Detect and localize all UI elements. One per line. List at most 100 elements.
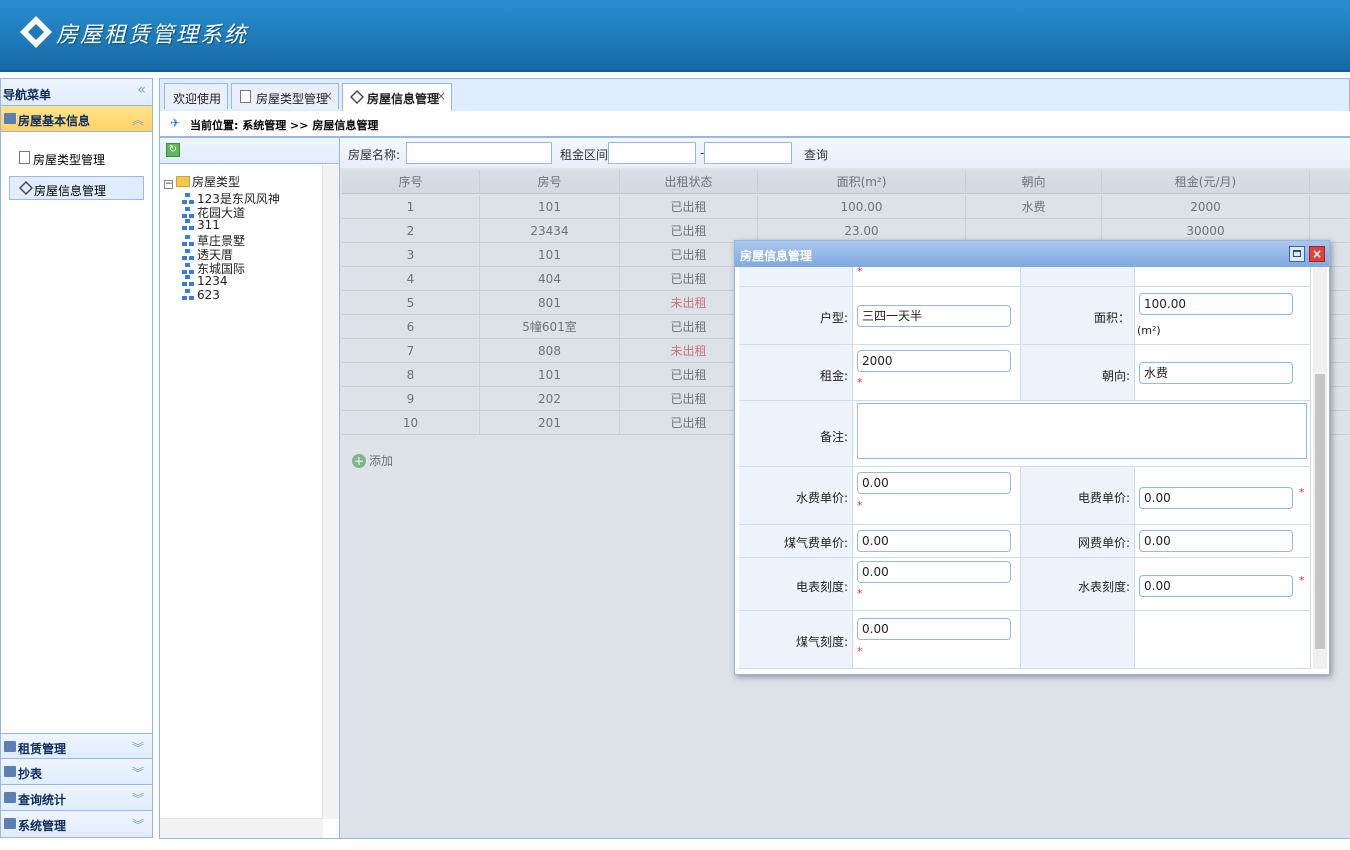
form-cell <box>1021 267 1135 287</box>
rent-input[interactable]: 2000 <box>857 350 1011 372</box>
house-type-input[interactable]: 三四一天半 <box>857 305 1011 327</box>
scrollbar-thumb[interactable] <box>1315 374 1325 649</box>
tree-root-label: 房屋类型 <box>192 175 241 189</box>
house-info-dialog: 房屋信息管理 × * 户型: 三四一天半 面积： 100.00 (m²) 租金: <box>734 240 1330 675</box>
electric-price-label: 电费单价: <box>1077 491 1130 505</box>
dialog-title: 房屋信息管理 <box>740 249 813 263</box>
tree-item-label: 311 <box>197 218 220 232</box>
house-icon <box>19 181 33 195</box>
form-cell: 水费 <box>1135 345 1311 401</box>
chevron-down-icon: ︾ <box>131 741 144 755</box>
sidebar-item-label: 房屋信息管理 <box>34 184 107 198</box>
node-icon <box>182 275 194 287</box>
search-bar: 房屋名称: 租金区间: - 查询 <box>340 138 1350 168</box>
gas-meter-label: 煤气刻度: <box>795 635 848 649</box>
remark-label: 备注: <box>819 430 848 444</box>
rent-label: 租金: <box>819 369 848 383</box>
nav-section-house-basic[interactable]: 房屋基本信息 ︽ <box>1 106 152 132</box>
house-type-tree-panel: ↻ − 房屋类型 123是东风风神 花园大道 311 草庄景墅 透天厝 东城国际 … <box>159 137 340 839</box>
form-cell <box>1135 611 1311 669</box>
tab-label: 房屋信息管理 <box>367 92 440 106</box>
refresh-icon[interactable]: ↻ <box>166 143 180 157</box>
section-label: 房屋基本信息 <box>18 114 91 128</box>
form-cell: 电表刻度: <box>739 558 853 611</box>
water-price-input[interactable]: 0.00 <box>857 472 1011 494</box>
area-input[interactable]: 100.00 <box>1139 293 1293 315</box>
query-button[interactable]: 查询 <box>804 146 828 163</box>
document-icon <box>240 90 251 103</box>
sidebar: 导航菜单 « 房屋基本信息 ︽ 房屋类型管理 房屋信息管理 租赁管理 ︾ 抄表 … <box>0 78 153 838</box>
house-name-input[interactable] <box>406 142 552 164</box>
rent-min-input[interactable] <box>608 142 696 164</box>
collapse-toggle-icon[interactable]: − <box>164 180 173 189</box>
orientation-input[interactable]: 水费 <box>1139 362 1293 384</box>
required-mark: * <box>1299 486 1305 499</box>
sidebar-header: 导航菜单 « <box>1 79 152 106</box>
required-mark: * <box>857 587 863 600</box>
form-cell <box>739 267 853 287</box>
required-mark: * <box>857 499 863 512</box>
electric-price-input[interactable]: 0.00 <box>1139 487 1293 509</box>
close-icon[interactable]: × <box>323 89 333 103</box>
node-icon <box>182 289 194 301</box>
collapse-icon[interactable]: « <box>137 82 146 98</box>
area-unit: (m²) <box>1137 324 1161 337</box>
tree-item[interactable]: 311 <box>182 218 220 232</box>
net-price-input[interactable]: 0.00 <box>1139 530 1293 552</box>
close-icon[interactable]: × <box>436 89 446 103</box>
electric-meter-input[interactable]: 0.00 <box>857 561 1011 583</box>
section-icon <box>4 741 16 752</box>
area-label: 面积： <box>1093 311 1130 325</box>
section-label: 查询统计 <box>18 793 67 807</box>
form-cell: 户型: <box>739 287 853 345</box>
logo-icon <box>20 16 52 48</box>
sidebar-item-house-type[interactable]: 房屋类型管理 <box>9 146 144 170</box>
form-cell: 0.00 * <box>1135 467 1311 525</box>
section-label: 租赁管理 <box>18 742 67 756</box>
tab-house-info[interactable]: 房屋信息管理 × <box>342 83 452 111</box>
water-meter-label: 水表刻度: <box>1077 580 1130 594</box>
maximize-icon[interactable] <box>1289 246 1305 262</box>
rent-max-input[interactable] <box>704 142 792 164</box>
form-cell: 水费单价: <box>739 467 853 525</box>
chevron-down-icon: ︾ <box>131 818 144 832</box>
section-icon <box>4 766 16 777</box>
orientation-label: 朝向: <box>1101 369 1130 383</box>
tab-house-type[interactable]: 房屋类型管理 × <box>231 83 339 109</box>
chevron-down-icon: ︾ <box>131 766 144 780</box>
tree-horizontal-scrollbar[interactable] <box>160 818 323 838</box>
form-cell: 2000 * <box>853 345 1021 401</box>
section-icon <box>4 792 16 803</box>
sidebar-item-label: 房屋类型管理 <box>33 153 106 167</box>
tree-item[interactable]: 1234 <box>182 274 228 288</box>
sidebar-item-house-info[interactable]: 房屋信息管理 <box>9 176 144 200</box>
dialog-header: 房屋信息管理 × <box>735 241 1329 267</box>
form-cell: 水表刻度: <box>1021 558 1135 611</box>
app-title: 房屋租赁管理系统 <box>56 23 249 48</box>
water-meter-input[interactable]: 0.00 <box>1139 575 1293 597</box>
form-cell: 租金: <box>739 345 853 401</box>
gas-price-input[interactable]: 0.00 <box>857 530 1011 552</box>
tree-vertical-scrollbar[interactable] <box>322 165 339 819</box>
form-cell: 0.00 * <box>853 611 1021 669</box>
tree-root[interactable]: − 房屋类型 <box>164 173 240 190</box>
chevron-down-icon: ︾ <box>131 792 144 806</box>
required-mark: * <box>857 645 863 658</box>
form-cell <box>853 401 1311 467</box>
close-icon[interactable]: × <box>1309 246 1325 262</box>
nav-section-system[interactable]: 系统管理 ︾ <box>1 811 152 837</box>
nav-section-query[interactable]: 查询统计 ︾ <box>1 785 152 811</box>
tree-item[interactable]: 623 <box>182 288 220 302</box>
gas-meter-input[interactable]: 0.00 <box>857 618 1011 640</box>
remark-textarea[interactable] <box>857 403 1307 459</box>
electric-meter-label: 电表刻度: <box>795 580 848 594</box>
house-type-label: 户型: <box>819 311 848 325</box>
water-price-label: 水费单价: <box>795 491 848 505</box>
nav-section-lease[interactable]: 租赁管理 ︾ <box>1 733 152 759</box>
sidebar-title: 导航菜单 <box>3 88 52 102</box>
tab-welcome[interactable]: 欢迎使用 <box>164 83 228 109</box>
form-cell: 电费单价: <box>1021 467 1135 525</box>
dialog-vertical-scrollbar[interactable] <box>1313 267 1327 669</box>
nav-section-meter[interactable]: 抄表 ︾ <box>1 759 152 785</box>
pin-icon: ✈ <box>170 116 181 130</box>
